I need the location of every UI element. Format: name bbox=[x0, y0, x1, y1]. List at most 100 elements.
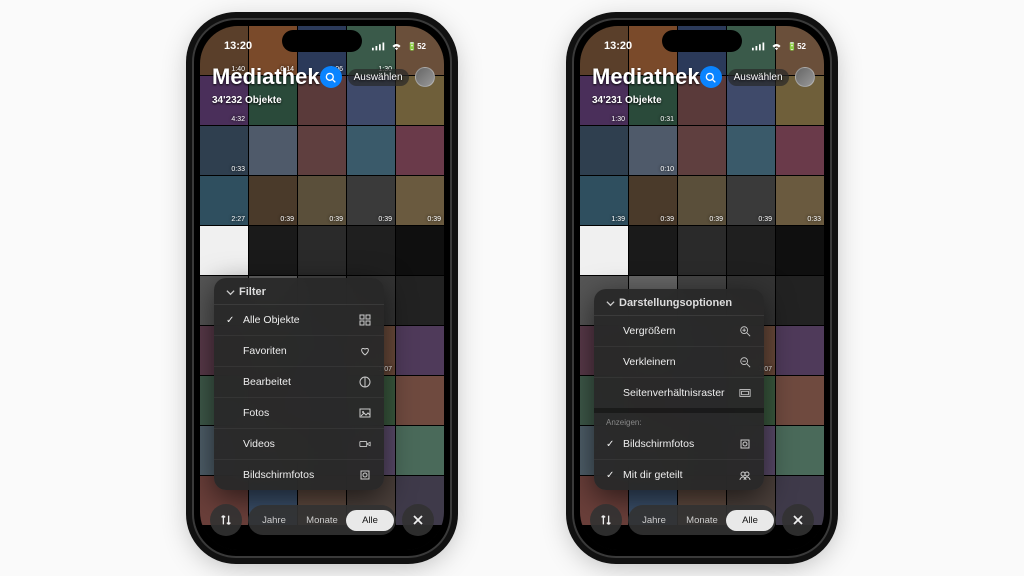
search-button[interactable] bbox=[320, 66, 342, 88]
seg-months[interactable]: Monate bbox=[678, 510, 726, 531]
search-icon bbox=[705, 72, 716, 83]
popup-item-grid[interactable]: ✓Alle Objekte bbox=[214, 305, 384, 336]
popup-item-heart[interactable]: Favoriten bbox=[214, 336, 384, 367]
popup-item-adjust[interactable]: Bearbeitet bbox=[214, 367, 384, 398]
duration-label: 0:33 bbox=[231, 166, 245, 173]
select-button[interactable]: Auswählen bbox=[348, 69, 409, 86]
photo-tile[interactable]: 1:39 bbox=[580, 176, 628, 225]
photo-tile[interactable] bbox=[580, 126, 628, 175]
duration-label: 0:39 bbox=[758, 216, 772, 223]
video-icon bbox=[358, 438, 372, 450]
photo-tile[interactable] bbox=[776, 376, 824, 425]
photo-tile[interactable] bbox=[776, 276, 824, 325]
duration-label: 4:32 bbox=[231, 116, 245, 123]
view-options-popup[interactable]: Darstellungsoptionen VergrößernVerkleine… bbox=[594, 289, 764, 490]
photo-tile[interactable] bbox=[776, 326, 824, 375]
signal-icon bbox=[372, 41, 386, 51]
photo-tile[interactable] bbox=[727, 126, 775, 175]
duration-label: 0:31 bbox=[660, 116, 674, 123]
aspect-icon bbox=[738, 387, 752, 399]
photo-tile[interactable]: 0:39 bbox=[727, 176, 775, 225]
photo-tile[interactable] bbox=[347, 226, 395, 275]
object-count: 34'232 Objekte bbox=[212, 95, 432, 106]
profile-avatar[interactable] bbox=[415, 67, 435, 87]
sort-button[interactable] bbox=[210, 504, 242, 536]
photo-tile[interactable] bbox=[629, 226, 677, 275]
photo-tile[interactable] bbox=[776, 426, 824, 475]
photo-tile[interactable] bbox=[249, 126, 297, 175]
photo-tile[interactable]: 0:39 bbox=[678, 176, 726, 225]
popup-item-zoom-in[interactable]: Vergrößern bbox=[594, 316, 764, 347]
photo-tile[interactable] bbox=[580, 226, 628, 275]
close-icon bbox=[792, 514, 804, 526]
photo-tile[interactable]: 0:33 bbox=[200, 126, 248, 175]
bottom-toolbar: Jahre Monate Alle bbox=[590, 500, 814, 540]
search-button[interactable] bbox=[700, 66, 722, 88]
popup-item-screenshot[interactable]: ✓Bildschirmfotos bbox=[594, 429, 764, 460]
photo-tile[interactable] bbox=[298, 226, 346, 275]
filter-items-left: ✓Alle ObjekteFavoritenBearbeitetFotosVid… bbox=[214, 305, 384, 490]
view-segment[interactable]: Jahre Monate Alle bbox=[628, 505, 776, 535]
photo-tile[interactable]: 0:39 bbox=[249, 176, 297, 225]
battery-icon: 🔋52 bbox=[407, 42, 426, 51]
library-header: Mediathek Auswählen 34'231 Objekte bbox=[580, 64, 824, 106]
photo-tile[interactable] bbox=[396, 326, 444, 375]
shared-icon bbox=[738, 469, 752, 481]
dynamic-island bbox=[282, 30, 362, 52]
popup-item-zoom-out[interactable]: Verkleinern bbox=[594, 347, 764, 378]
chevron-down-icon bbox=[226, 288, 235, 297]
photo-tile[interactable]: 0:39 bbox=[298, 176, 346, 225]
photo-tile[interactable]: 0:10 bbox=[629, 126, 677, 175]
photo-tile[interactable]: 0:39 bbox=[629, 176, 677, 225]
screenshot-icon bbox=[358, 469, 372, 481]
wifi-icon bbox=[390, 41, 403, 51]
seg-years[interactable]: Jahre bbox=[250, 510, 298, 531]
popup-item-video[interactable]: Videos bbox=[214, 429, 384, 460]
zoom-in-icon bbox=[738, 325, 752, 337]
photo-tile[interactable] bbox=[727, 226, 775, 275]
close-button[interactable] bbox=[782, 504, 814, 536]
photo-tile[interactable] bbox=[396, 376, 444, 425]
seg-years[interactable]: Jahre bbox=[630, 510, 678, 531]
photo-tile[interactable] bbox=[776, 226, 824, 275]
popup-item-aspect[interactable]: Seitenverhältnisraster bbox=[594, 378, 764, 408]
photo-tile[interactable] bbox=[396, 126, 444, 175]
view-items-top: VergrößernVerkleinernSeitenverhältnisras… bbox=[594, 316, 764, 408]
photo-tile[interactable] bbox=[200, 226, 248, 275]
photo-tile[interactable] bbox=[678, 226, 726, 275]
photo-tile[interactable] bbox=[249, 226, 297, 275]
adjust-icon bbox=[358, 376, 372, 388]
photo-tile[interactable] bbox=[776, 126, 824, 175]
photo-tile[interactable]: 2:27 bbox=[200, 176, 248, 225]
duration-label: 0:39 bbox=[280, 216, 294, 223]
photo-tile[interactable]: 0:39 bbox=[396, 176, 444, 225]
seg-all[interactable]: Alle bbox=[726, 510, 774, 531]
photo-tile[interactable] bbox=[396, 226, 444, 275]
duration-label: 1:30 bbox=[611, 116, 625, 123]
photo-tile[interactable]: 0:33 bbox=[776, 176, 824, 225]
profile-avatar[interactable] bbox=[795, 67, 815, 87]
select-button[interactable]: Auswählen bbox=[728, 69, 789, 86]
close-button[interactable] bbox=[402, 504, 434, 536]
photo-tile[interactable] bbox=[298, 126, 346, 175]
duration-label: 0:10 bbox=[660, 166, 674, 173]
photo-tile[interactable] bbox=[678, 126, 726, 175]
popup-item-shared[interactable]: ✓Mit dir geteilt bbox=[594, 460, 764, 490]
chevron-down-icon bbox=[606, 299, 615, 308]
popup-item-photo[interactable]: Fotos bbox=[214, 398, 384, 429]
signal-icon bbox=[752, 41, 766, 51]
library-header: Mediathek Auswählen 34'232 Objekte bbox=[200, 64, 444, 106]
seg-months[interactable]: Monate bbox=[298, 510, 346, 531]
sort-button[interactable] bbox=[590, 504, 622, 536]
seg-all[interactable]: Alle bbox=[346, 510, 394, 531]
photo-tile[interactable]: 0:39 bbox=[347, 176, 395, 225]
photo-tile[interactable] bbox=[347, 126, 395, 175]
screenshot-icon bbox=[738, 438, 752, 450]
popup-item-screenshot[interactable]: Bildschirmfotos bbox=[214, 460, 384, 490]
view-segment[interactable]: Jahre Monate Alle bbox=[248, 505, 396, 535]
photo-tile[interactable] bbox=[396, 426, 444, 475]
photo-tile[interactable] bbox=[396, 276, 444, 325]
filter-popup[interactable]: Filter ✓Alle ObjekteFavoritenBearbeitetF… bbox=[214, 278, 384, 490]
heart-icon bbox=[358, 345, 372, 357]
sort-icon bbox=[219, 513, 233, 527]
